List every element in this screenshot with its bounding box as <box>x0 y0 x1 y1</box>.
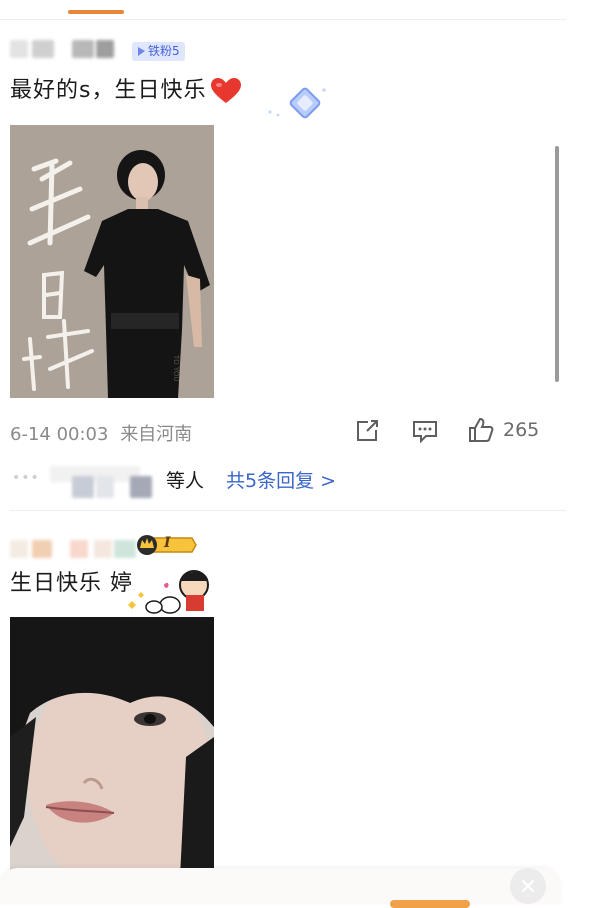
comment-icon <box>413 421 437 443</box>
replies-bar[interactable]: ••• 等人 共5条回复 > <box>10 464 570 498</box>
like-button[interactable]: 265 <box>467 416 539 444</box>
bottom-floating-bar[interactable] <box>0 868 560 908</box>
comment-button[interactable] <box>411 419 439 443</box>
thumbs-up-icon <box>469 417 494 442</box>
top-divider <box>0 19 566 20</box>
bottom-action-button[interactable] <box>390 900 470 908</box>
username-blurred[interactable] <box>10 38 120 60</box>
comment-text: 生日快乐 婷 <box>10 571 133 596</box>
close-icon <box>521 879 535 893</box>
close-button[interactable] <box>510 868 546 904</box>
fan-level-badge[interactable]: 铁粉5 <box>132 42 185 61</box>
comment-text-row: 最好的s，生日快乐 <box>10 76 242 106</box>
comment-location: 来自河南 <box>120 424 193 445</box>
dots-icon: ••• <box>12 470 40 486</box>
comment-meta: 6-14 00:03 来自河南 <box>10 420 192 446</box>
portrait-illustration <box>10 617 214 877</box>
reply-prefix: 等人 <box>166 470 205 492</box>
scrollbar-thumb[interactable] <box>555 146 559 382</box>
active-tab-indicator <box>68 10 124 14</box>
user-level-badge[interactable]: I <box>134 532 198 562</box>
view-replies-link[interactable]: 共5条回复 > <box>226 466 336 493</box>
poster-illustration <box>10 125 214 398</box>
crayon-shin-chan-sticker-icon <box>128 570 209 614</box>
level-label: I <box>164 535 171 551</box>
flag-icon <box>138 46 145 56</box>
username-blurred[interactable] <box>10 538 140 560</box>
comment-image-poster[interactable]: TO YOU <box>10 125 214 398</box>
like-count: 265 <box>503 419 540 441</box>
heart-emoji-icon <box>211 78 242 103</box>
share-button[interactable] <box>355 419 381 443</box>
comment-text: 最好的s，生日快乐 <box>10 78 207 103</box>
diamond-sparkle-icon <box>268 87 326 119</box>
poster-credit: TO YOU <box>172 355 180 382</box>
fan-badge-label: 铁粉5 <box>148 44 180 58</box>
comment-date: 6-14 00:03 <box>10 424 109 445</box>
share-icon <box>357 420 378 441</box>
comment-divider <box>10 510 566 511</box>
comment-image-portrait[interactable] <box>10 617 214 877</box>
